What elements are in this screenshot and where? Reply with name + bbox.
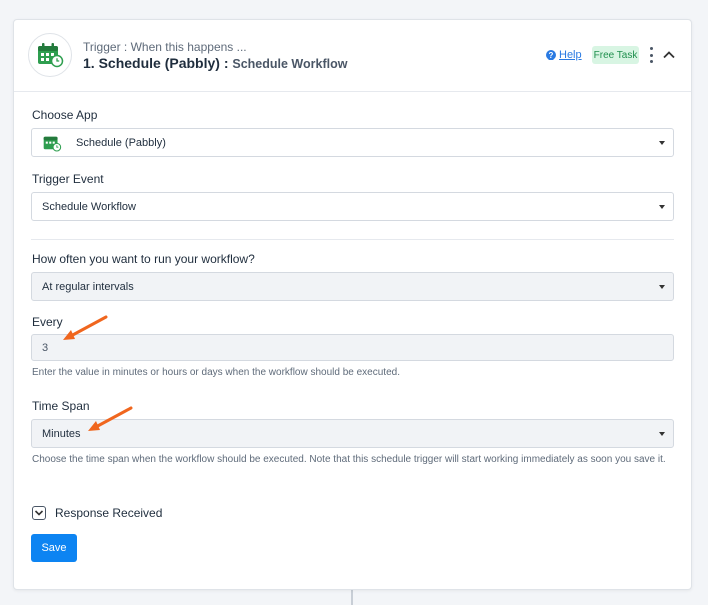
caret-down-icon	[659, 432, 665, 436]
time-span-help-text: Choose the time span when the workflow s…	[32, 454, 666, 465]
app-icon-container	[28, 33, 72, 77]
section-divider	[31, 239, 674, 240]
time-span-label: Time Span	[32, 399, 90, 413]
response-received-toggle[interactable]: Response Received	[32, 506, 162, 520]
chevron-up-icon[interactable]	[662, 48, 676, 62]
every-input[interactable]	[42, 341, 673, 354]
trigger-card: Trigger : When this happens ... 1. Sched…	[13, 19, 692, 590]
trigger-title-prefix: 1. Schedule (Pabbly) :	[83, 55, 229, 71]
trigger-subtitle: Trigger : When this happens ...	[83, 40, 247, 54]
frequency-value: At regular intervals	[42, 280, 134, 293]
calendar-clock-icon	[38, 43, 64, 68]
question-circle-icon: ?	[546, 50, 556, 60]
trigger-event-select[interactable]: Schedule Workflow	[31, 192, 674, 221]
every-label: Every	[32, 315, 63, 329]
choose-app-value: Schedule (Pabbly)	[76, 136, 166, 149]
every-help-text: Enter the value in minutes or hours or d…	[32, 367, 400, 378]
frequency-label: How often you want to run your workflow?	[32, 252, 255, 266]
response-received-label: Response Received	[55, 506, 163, 520]
every-field[interactable]	[31, 334, 674, 361]
help-link[interactable]: ? Help	[546, 49, 582, 61]
trigger-event-value: Schedule Workflow	[42, 200, 136, 213]
frequency-select[interactable]: At regular intervals	[31, 272, 674, 301]
choose-app-select[interactable]: Schedule (Pabbly)	[31, 128, 674, 157]
caret-down-icon	[659, 285, 665, 289]
kebab-menu-icon[interactable]	[647, 47, 655, 63]
trigger-event-label: Trigger Event	[32, 172, 104, 186]
free-task-badge: Free Task	[592, 46, 639, 64]
calendar-clock-icon	[43, 136, 62, 151]
save-button[interactable]: Save	[31, 534, 77, 562]
chevron-down-icon[interactable]	[32, 506, 46, 520]
arrow-icon	[88, 406, 133, 431]
choose-app-label: Choose App	[32, 108, 98, 122]
caret-down-icon	[659, 205, 665, 209]
caret-down-icon	[659, 141, 665, 145]
trigger-title: 1. Schedule (Pabbly) : Schedule Workflow	[83, 55, 347, 71]
time-span-value: Minutes	[42, 427, 81, 440]
trigger-title-event: Schedule Workflow	[232, 57, 348, 71]
trigger-header[interactable]: Trigger : When this happens ... 1. Sched…	[14, 20, 691, 92]
help-label: Help	[559, 49, 582, 61]
flow-connector-line	[351, 590, 353, 605]
arrow-icon	[63, 315, 108, 340]
